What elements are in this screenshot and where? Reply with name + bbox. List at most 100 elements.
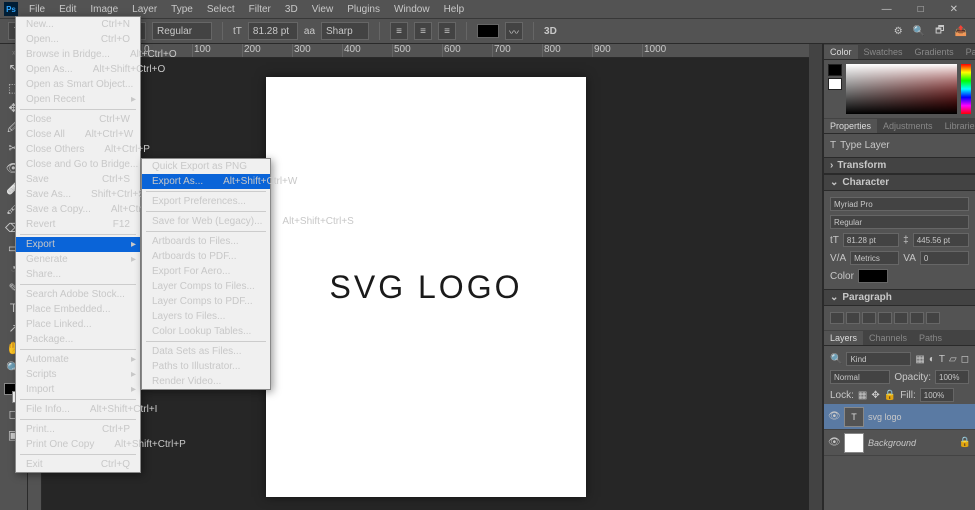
- align-right-icon[interactable]: ≡: [438, 22, 456, 40]
- window-control[interactable]: □: [911, 2, 931, 17]
- para-align-btn[interactable]: [926, 312, 940, 324]
- align-left-icon[interactable]: ≡: [390, 22, 408, 40]
- menu-item[interactable]: File Info...Alt+Shift+Ctrl+I: [16, 402, 140, 417]
- menu-window[interactable]: Window: [387, 2, 437, 17]
- transform-section[interactable]: ›Transform: [824, 157, 975, 174]
- layer-name[interactable]: Background: [868, 438, 916, 448]
- visibility-icon[interactable]: 👁: [828, 411, 840, 422]
- panel-tab[interactable]: Paths: [913, 331, 948, 345]
- menu-item[interactable]: Export As...Alt+Shift+Ctrl+W: [142, 174, 270, 189]
- menu-select[interactable]: Select: [200, 2, 242, 17]
- menu-item[interactable]: Search Adobe Stock...: [16, 287, 140, 302]
- toolbar-right-icon[interactable]: 🔍: [913, 26, 925, 37]
- menu-plugins[interactable]: Plugins: [340, 2, 387, 17]
- opacity-field[interactable]: 100%: [935, 370, 969, 384]
- para-align-btn[interactable]: [846, 312, 860, 324]
- panel-tab[interactable]: Layers: [824, 331, 863, 345]
- menu-item[interactable]: Save As...Shift+Ctrl+S: [16, 187, 140, 202]
- menu-item[interactable]: Close AllAlt+Ctrl+W: [16, 127, 140, 142]
- menu-view[interactable]: View: [305, 2, 341, 17]
- menu-item[interactable]: Automate▸: [16, 352, 140, 367]
- char-font-style[interactable]: Regular: [830, 215, 969, 229]
- filter-smart-icon[interactable]: ◻: [961, 354, 969, 365]
- menu-image[interactable]: Image: [83, 2, 125, 17]
- text-color-swatch[interactable]: [477, 24, 499, 38]
- toolbar-right-icon[interactable]: ⚙: [894, 26, 903, 37]
- menu-item[interactable]: Render Video...: [142, 374, 270, 389]
- hue-slider[interactable]: [961, 64, 971, 114]
- para-align-btn[interactable]: [862, 312, 876, 324]
- char-size[interactable]: 81.28 pt: [843, 233, 899, 247]
- visibility-icon[interactable]: 👁: [828, 437, 840, 448]
- menu-item[interactable]: Open As...Alt+Shift+Ctrl+O: [16, 62, 140, 77]
- menu-item[interactable]: Share...: [16, 267, 140, 282]
- fill-field[interactable]: 100%: [920, 388, 954, 402]
- document-canvas[interactable]: SVG LOGO: [266, 77, 586, 497]
- menu-item[interactable]: Scripts▸: [16, 367, 140, 382]
- menu-item[interactable]: Open Recent▸: [16, 92, 140, 107]
- menu-item[interactable]: Open as Smart Object...: [16, 77, 140, 92]
- panel-tab[interactable]: Color: [824, 45, 858, 59]
- layer-name[interactable]: svg logo: [868, 412, 902, 422]
- menu-edit[interactable]: Edit: [52, 2, 83, 17]
- menu-item[interactable]: ExitCtrl+Q: [16, 457, 140, 472]
- menu-item[interactable]: Color Lookup Tables...: [142, 324, 270, 339]
- collapsed-panel-strip[interactable]: [809, 44, 823, 510]
- color-picker[interactable]: [824, 60, 975, 118]
- filter-shape-icon[interactable]: ▱: [949, 354, 957, 365]
- filter-adjust-icon[interactable]: ◐: [929, 354, 935, 365]
- paragraph-section[interactable]: ⌄Paragraph: [824, 289, 975, 306]
- bg-swatch[interactable]: [828, 78, 842, 90]
- font-style-select[interactable]: Regular: [152, 22, 212, 40]
- menu-item[interactable]: Export Preferences...: [142, 194, 270, 209]
- menu-item[interactable]: Generate▸: [16, 252, 140, 267]
- char-kerning[interactable]: 0: [920, 251, 969, 265]
- menu-item[interactable]: Print...Ctrl+P: [16, 422, 140, 437]
- menu-item[interactable]: Package...: [16, 332, 140, 347]
- toolbar-right-icon[interactable]: 📤: [955, 26, 967, 37]
- para-align-btn[interactable]: [894, 312, 908, 324]
- menu-item[interactable]: Open...Ctrl+O: [16, 32, 140, 47]
- menu-item[interactable]: Place Linked...: [16, 317, 140, 332]
- lock-pixels-icon[interactable]: ▦: [858, 390, 867, 401]
- menu-filter[interactable]: Filter: [242, 2, 278, 17]
- char-color[interactable]: [858, 269, 888, 283]
- font-size-field[interactable]: 81.28 pt: [248, 22, 298, 40]
- menu-item[interactable]: Save for Web (Legacy)...Alt+Shift+Ctrl+S: [142, 214, 270, 229]
- menu-item[interactable]: Import▸: [16, 382, 140, 397]
- align-center-icon[interactable]: ≡: [414, 22, 432, 40]
- para-align-btn[interactable]: [830, 312, 844, 324]
- fg-swatch[interactable]: [828, 64, 842, 76]
- panel-tab[interactable]: Swatches: [858, 45, 909, 59]
- para-align-btn[interactable]: [878, 312, 892, 324]
- menu-item[interactable]: Quick Export as PNG: [142, 159, 270, 174]
- menu-item[interactable]: Close and Go to Bridge...Shift+Ctrl+W: [16, 157, 140, 172]
- panel-tab[interactable]: Gradients: [909, 45, 960, 59]
- panel-tab[interactable]: Patterns: [960, 45, 975, 59]
- window-control[interactable]: ✕: [943, 2, 965, 17]
- blend-mode[interactable]: Normal: [830, 370, 890, 384]
- menu-item[interactable]: Close OthersAlt+Ctrl+P: [16, 142, 140, 157]
- lock-all-icon[interactable]: 🔒: [884, 390, 896, 401]
- warp-text-icon[interactable]: 〰: [505, 22, 523, 40]
- menu-item[interactable]: Save a Copy...Alt+Ctrl+S: [16, 202, 140, 217]
- toolbar-right-icon[interactable]: 🗗: [935, 23, 944, 40]
- panel-tab[interactable]: Properties: [824, 119, 877, 133]
- menu-item[interactable]: RevertF12: [16, 217, 140, 232]
- char-font-family[interactable]: Myriad Pro: [830, 197, 969, 211]
- antialias-select[interactable]: Sharp: [321, 22, 369, 40]
- char-leading[interactable]: 445.56 pt: [913, 233, 969, 247]
- menu-item[interactable]: Browse in Bridge...Alt+Ctrl+O: [16, 47, 140, 62]
- color-field[interactable]: [846, 64, 957, 114]
- threed-icon[interactable]: 3D: [544, 26, 557, 37]
- char-tracking[interactable]: Metrics: [850, 251, 899, 265]
- menu-item[interactable]: Paths to Illustrator...: [142, 359, 270, 374]
- panel-tab[interactable]: Adjustments: [877, 119, 939, 133]
- menu-item[interactable]: Layers to Files...: [142, 309, 270, 324]
- menu-help[interactable]: Help: [437, 2, 472, 17]
- window-control[interactable]: —: [875, 2, 899, 17]
- layer-kind-filter[interactable]: Kind: [846, 352, 911, 366]
- menu-item[interactable]: Place Embedded...: [16, 302, 140, 317]
- menu-item[interactable]: Export▸: [16, 237, 140, 252]
- lock-position-icon[interactable]: ✥: [871, 390, 879, 401]
